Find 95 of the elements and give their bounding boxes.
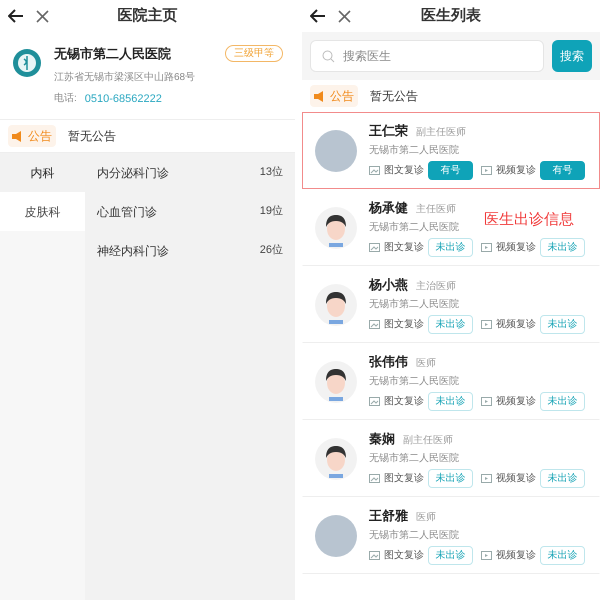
phone-label: 电话:	[54, 92, 77, 106]
person-avatar-icon	[315, 360, 357, 402]
service-label: 视频复诊	[496, 164, 536, 178]
notice-tag: 公告	[8, 125, 56, 147]
back-icon[interactable]	[8, 9, 24, 23]
doctor-title: 主治医师	[416, 280, 456, 294]
doctor-card[interactable]: 杨小燕 主治医师 无锡市第二人民医院 图文复诊 未出诊 视频复诊 未出诊	[302, 266, 600, 343]
doctor-name: 王仁荣	[369, 122, 408, 140]
page-title: 医生列表	[421, 6, 481, 26]
image-text-icon	[369, 397, 380, 406]
doctor-card[interactable]: 王仁荣 副主任医师 无锡市第二人民医院 图文复诊 有号 视频复诊 有号	[302, 112, 600, 189]
service-label: 图文复诊	[384, 318, 424, 332]
clinic-name[interactable]: 神经内科门诊	[97, 242, 169, 260]
status-tag[interactable]: 有号	[428, 161, 473, 180]
status-tag[interactable]: 未出诊	[540, 392, 585, 412]
doctor-count: 19位	[260, 204, 283, 220]
video-icon	[481, 320, 492, 330]
doctor-hospital: 无锡市第二人民医院	[369, 144, 459, 158]
image-text-icon	[369, 320, 380, 330]
doctor-title: 医师	[416, 356, 436, 371]
doctor-name: 杨承健	[369, 198, 408, 217]
status-tag[interactable]: 未出诊	[540, 546, 585, 566]
status-tag[interactable]: 未出诊	[540, 238, 585, 258]
doctor-hospital: 无锡市第二人民医院	[369, 528, 459, 544]
doctor-name: 张伟伟	[369, 352, 408, 371]
service-label: 图文复诊	[384, 164, 424, 178]
service-label: 视频复诊	[496, 240, 536, 256]
doctor-title: 医师	[416, 510, 436, 525]
video-icon	[481, 551, 492, 560]
doctor-hospital: 无锡市第二人民医院	[369, 374, 459, 390]
doctor-count: 26位	[260, 243, 283, 258]
doctor-hospital: 无锡市第二人民医院	[369, 220, 459, 236]
service-label: 视频复诊	[496, 472, 536, 486]
video-icon	[481, 397, 492, 406]
clinic-name[interactable]: 心血管门诊	[97, 202, 157, 220]
hospital-name: 无锡市第二人民医院	[54, 45, 171, 63]
doctor-hospital: 无锡市第二人民医院	[369, 452, 459, 466]
service-label: 图文复诊	[384, 394, 424, 410]
image-text-icon	[369, 243, 380, 252]
doctor-card[interactable]: 王舒雅 医师 无锡市第二人民医院 图文复诊 未出诊 视频复诊 未出诊	[302, 497, 600, 574]
notice-tag: 公告	[310, 85, 358, 107]
doctor-title: 副主任医师	[416, 126, 466, 140]
person-avatar-icon	[315, 438, 357, 480]
status-tag[interactable]: 未出诊	[428, 238, 473, 258]
status-tag[interactable]: 未出诊	[428, 392, 473, 412]
doctor-name: 秦娴	[369, 430, 395, 448]
image-text-icon	[369, 551, 380, 560]
close-icon[interactable]	[338, 10, 351, 22]
search-icon	[322, 50, 335, 63]
service-label: 视频复诊	[496, 318, 536, 332]
service-label: 视频复诊	[496, 548, 536, 564]
doctor-card[interactable]: 秦娴 副主任医师 无锡市第二人民医院 图文复诊 未出诊 视频复诊 未出诊	[302, 420, 600, 497]
department-tab[interactable]: 皮肤科	[0, 192, 85, 231]
clinic-name[interactable]: 内分泌科门诊	[97, 164, 169, 182]
search-field[interactable]: 搜索医生	[310, 40, 544, 72]
hospital-logo-icon	[12, 48, 42, 78]
page-title: 医院主页	[118, 6, 178, 26]
doctor-card[interactable]: 张伟伟 医师 无锡市第二人民医院 图文复诊 未出诊 视频复诊 未出诊	[302, 343, 600, 420]
speaker-icon	[314, 90, 326, 102]
doctor-count: 13位	[260, 165, 283, 180]
person-avatar-icon	[315, 284, 357, 326]
service-label: 图文复诊	[384, 472, 424, 486]
department-tab[interactable]: 内科	[0, 153, 85, 192]
doctor-title: 副主任医师	[403, 434, 453, 448]
status-tag[interactable]: 未出诊	[428, 546, 473, 566]
hospital-address: 江苏省无锡市梁溪区中山路68号	[54, 70, 196, 84]
annotation-label: 医生出诊信息	[484, 210, 574, 230]
notice-text: 暂无公告	[68, 128, 116, 145]
photo-placeholder	[315, 130, 357, 172]
video-icon	[481, 474, 492, 484]
grade-tag: 三级甲等	[225, 45, 283, 62]
speaker-icon	[12, 130, 24, 142]
notice-text: 暂无公告	[370, 88, 418, 105]
doctor-name: 王舒雅	[369, 506, 408, 525]
video-icon	[481, 243, 492, 252]
service-label: 图文复诊	[384, 240, 424, 256]
doctor-hospital: 无锡市第二人民医院	[369, 298, 459, 312]
video-icon	[481, 166, 492, 176]
image-text-icon	[369, 166, 380, 176]
image-text-icon	[369, 474, 380, 484]
status-tag[interactable]: 未出诊	[428, 469, 473, 488]
status-tag[interactable]: 未出诊	[540, 469, 585, 488]
photo-placeholder	[315, 514, 357, 556]
status-tag[interactable]: 有号	[540, 161, 585, 180]
doctor-title: 主任医师	[416, 202, 456, 217]
service-label: 视频复诊	[496, 394, 536, 410]
back-icon[interactable]	[310, 9, 326, 23]
search-button[interactable]: 搜索	[552, 40, 592, 72]
doctor-name: 杨小燕	[369, 276, 408, 294]
service-label: 图文复诊	[384, 548, 424, 564]
close-icon[interactable]	[36, 10, 49, 22]
phone-link[interactable]: 0510-68562222	[84, 90, 162, 107]
person-avatar-icon	[315, 206, 357, 248]
status-tag[interactable]: 未出诊	[428, 315, 473, 334]
status-tag[interactable]: 未出诊	[540, 315, 585, 334]
